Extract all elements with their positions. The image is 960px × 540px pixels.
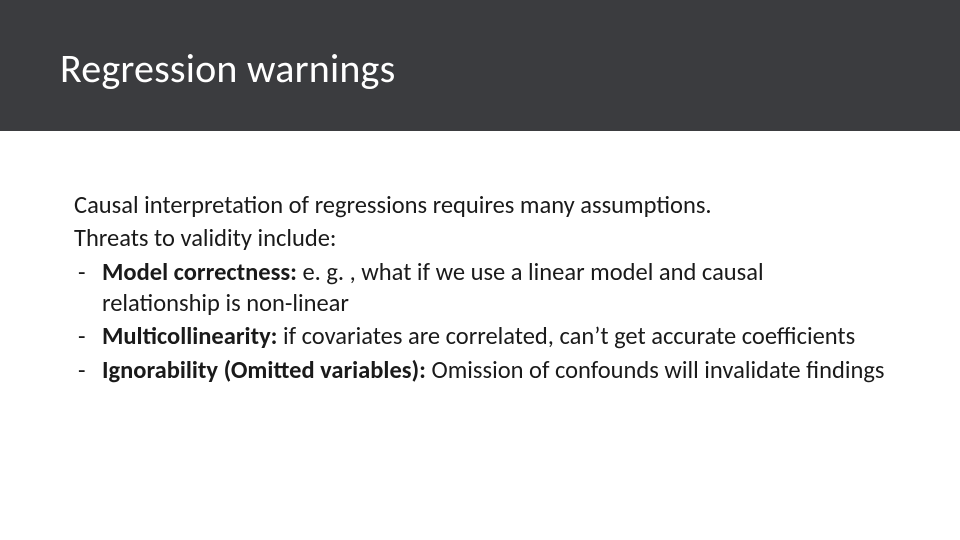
bullet-rest: if covariates are correlated, can’t get … xyxy=(277,321,855,351)
slide-body: Causal interpretation of regressions req… xyxy=(74,190,886,388)
intro-line-2: Threats to validity include: xyxy=(74,223,886,254)
bullet-rest: Omission of confounds will invalidate fi… xyxy=(426,355,885,385)
bullet-term: Model correctness: xyxy=(102,257,297,287)
slide: Regression warnings Causal interpretatio… xyxy=(0,0,960,540)
bullet-list: Model correctness: e. g. , what if we us… xyxy=(74,257,886,386)
bullet-term: Ignorability (Omitted variables): xyxy=(102,355,426,385)
list-item: Ignorability (Omitted variables): Omissi… xyxy=(74,355,886,386)
intro-line-1: Causal interpretation of regressions req… xyxy=(74,190,886,221)
title-band: Regression warnings xyxy=(0,0,960,131)
list-item: Multicollinearity: if covariates are cor… xyxy=(74,321,886,352)
bullet-term: Multicollinearity: xyxy=(102,321,277,351)
list-item: Model correctness: e. g. , what if we us… xyxy=(74,257,886,320)
slide-title: Regression warnings xyxy=(60,44,395,93)
